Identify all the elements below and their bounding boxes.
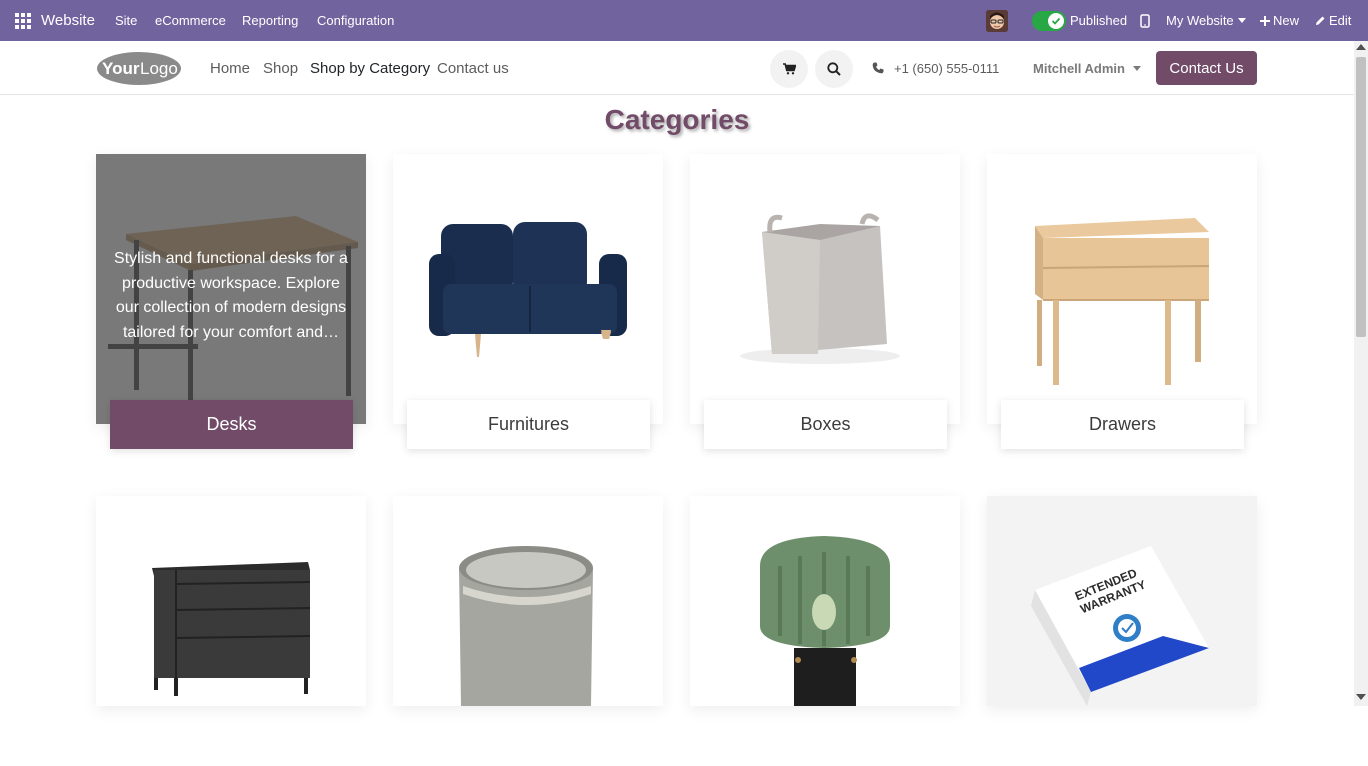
cart-button[interactable] [770, 50, 808, 88]
category-label[interactable]: Boxes [704, 400, 947, 449]
category-card-bin[interactable] [393, 496, 663, 706]
user-name[interactable]: Mitchell Admin [1033, 61, 1125, 76]
shopping-cart-icon [782, 63, 796, 75]
search-icon [827, 62, 841, 76]
menu-configuration[interactable]: Configuration [317, 0, 394, 41]
published-label: Published [1070, 13, 1128, 28]
sofa-image [393, 154, 663, 424]
mobile-preview-icon[interactable] [1140, 13, 1150, 28]
scroll-down-arrow-icon[interactable] [1356, 694, 1366, 700]
logo-text-logo: Logo [140, 59, 178, 78]
toggle-switch[interactable] [1032, 10, 1066, 31]
bin-image [393, 496, 663, 766]
edit-button[interactable]: Edit [1315, 0, 1351, 41]
user-avatar[interactable] [986, 0, 1009, 41]
category-card-furnitures[interactable]: Furnitures [393, 154, 663, 449]
category-card-warranty[interactable]: EXTENDED WARRANTY [987, 496, 1257, 706]
logo-text-your: Your [102, 59, 140, 78]
new-button[interactable]: New [1260, 0, 1299, 41]
page-scrollbar[interactable] [1354, 41, 1368, 706]
caret-down-icon [1237, 18, 1246, 23]
category-card-drawers[interactable]: Drawers [987, 154, 1257, 449]
nav-home[interactable]: Home [210, 41, 250, 95]
menu-site[interactable]: Site [115, 0, 137, 41]
lamp-image [690, 496, 960, 766]
menu-ecommerce[interactable]: eCommerce [155, 0, 226, 41]
apps-grid-icon[interactable] [15, 0, 31, 41]
category-card-boxes[interactable]: Boxes [690, 154, 960, 449]
edit-label: Edit [1329, 13, 1352, 28]
company-logo[interactable]: Your Logo [96, 51, 182, 86]
basket-image [690, 154, 960, 424]
published-toggle[interactable]: Published [1032, 0, 1127, 41]
category-card-lamp[interactable] [690, 496, 960, 706]
scroll-up-arrow-icon[interactable] [1356, 44, 1366, 50]
menu-reporting[interactable]: Reporting [242, 0, 298, 41]
page-title: Categories [604, 104, 750, 135]
site-header: Your Logo Home Shop Shop by Category Con… [0, 41, 1354, 95]
plus-icon [1260, 15, 1270, 26]
category-description: Stylish and functional desks for a produ… [96, 154, 366, 424]
phone-contact[interactable]: +1 (650) 555-0111 [872, 41, 999, 95]
category-card-dresser[interactable] [96, 496, 366, 706]
my-website-label[interactable]: My Website [1166, 13, 1234, 28]
user-menu[interactable]: Mitchell Admin [1033, 41, 1141, 95]
caret-down-icon [1132, 65, 1141, 71]
phone-icon [872, 62, 884, 74]
pencil-icon [1316, 16, 1325, 25]
nav-contact-us[interactable]: Contact us [437, 41, 509, 95]
drawer-cabinet-image [987, 154, 1257, 424]
phone-number[interactable]: +1 (650) 555-0111 [894, 61, 999, 76]
category-label[interactable]: Desks [110, 400, 353, 449]
scrollbar-thumb[interactable] [1356, 57, 1366, 337]
nav-shop-by-category[interactable]: Shop by Category [310, 41, 430, 95]
app-name[interactable]: Website [41, 0, 95, 41]
category-card-desks[interactable]: Stylish and functional desks for a produ… [96, 154, 366, 449]
category-label[interactable]: Drawers [1001, 400, 1244, 449]
new-label: New [1273, 13, 1300, 28]
nav-shop[interactable]: Shop [263, 41, 298, 95]
warranty-box-image: EXTENDED WARRANTY [987, 496, 1257, 766]
dresser-image [96, 496, 366, 766]
category-label[interactable]: Furnitures [407, 400, 650, 449]
website-switcher[interactable]: My Website [1140, 0, 1246, 41]
contact-us-button[interactable]: Contact Us [1156, 51, 1257, 85]
search-button[interactable] [815, 50, 853, 88]
admin-navbar: Website Site eCommerce Reporting Configu… [0, 0, 1368, 41]
